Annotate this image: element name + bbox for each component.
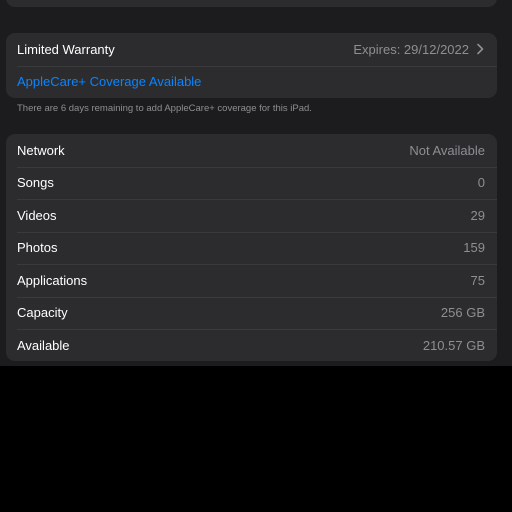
info-row-label: Available <box>17 337 70 353</box>
info-row-applications: Applications 75 <box>6 264 497 297</box>
info-row-label: Songs <box>17 175 54 191</box>
device-info-card: Network Not Available Songs 0 Videos 29 … <box>6 134 497 361</box>
info-row-value: 256 GB <box>440 305 485 321</box>
warranty-expiry-value: Expires: 29/12/2022 <box>353 41 469 57</box>
info-row-capacity: Capacity 256 GB <box>6 296 497 330</box>
info-row-value: 210.57 GB <box>422 337 485 353</box>
applecare-coverage-link[interactable]: AppleCare+ Coverage Available <box>17 74 201 89</box>
applecare-link-row[interactable]: AppleCare+ Coverage Available <box>6 65 497 99</box>
chevron-right-icon <box>477 43 484 55</box>
info-row-value: 75 <box>470 272 485 288</box>
info-row-songs: Songs 0 <box>6 166 497 200</box>
warranty-card: Limited Warranty Expires: 29/12/2022 App… <box>6 33 497 98</box>
limited-warranty-label: Limited Warranty <box>17 41 115 57</box>
info-row-value: 29 <box>470 207 485 223</box>
info-row-value: 0 <box>477 175 485 191</box>
info-row-label: Capacity <box>17 305 68 321</box>
info-row-videos: Videos 29 <box>6 199 497 232</box>
limited-warranty-row[interactable]: Limited Warranty Expires: 29/12/2022 <box>6 33 497 66</box>
previous-section-card <box>6 0 497 7</box>
info-row-label: Photos <box>17 240 58 256</box>
info-row-value: Not Available <box>409 142 485 158</box>
info-row-network: Network Not Available <box>6 134 497 167</box>
info-row-available: Available 210.57 GB <box>6 329 497 361</box>
info-row-label: Applications <box>17 272 88 288</box>
info-row-label: Videos <box>17 207 57 223</box>
applecare-footnote: There are 6 days remaining to add AppleC… <box>17 103 312 114</box>
info-row-label: Network <box>17 142 65 158</box>
info-row-value: 159 <box>463 240 485 256</box>
limited-warranty-value-group: Expires: 29/12/2022 <box>353 42 485 57</box>
info-row-photos: Photos 159 <box>6 231 497 265</box>
settings-about-screen: Limited Warranty Expires: 29/12/2022 App… <box>0 0 512 366</box>
